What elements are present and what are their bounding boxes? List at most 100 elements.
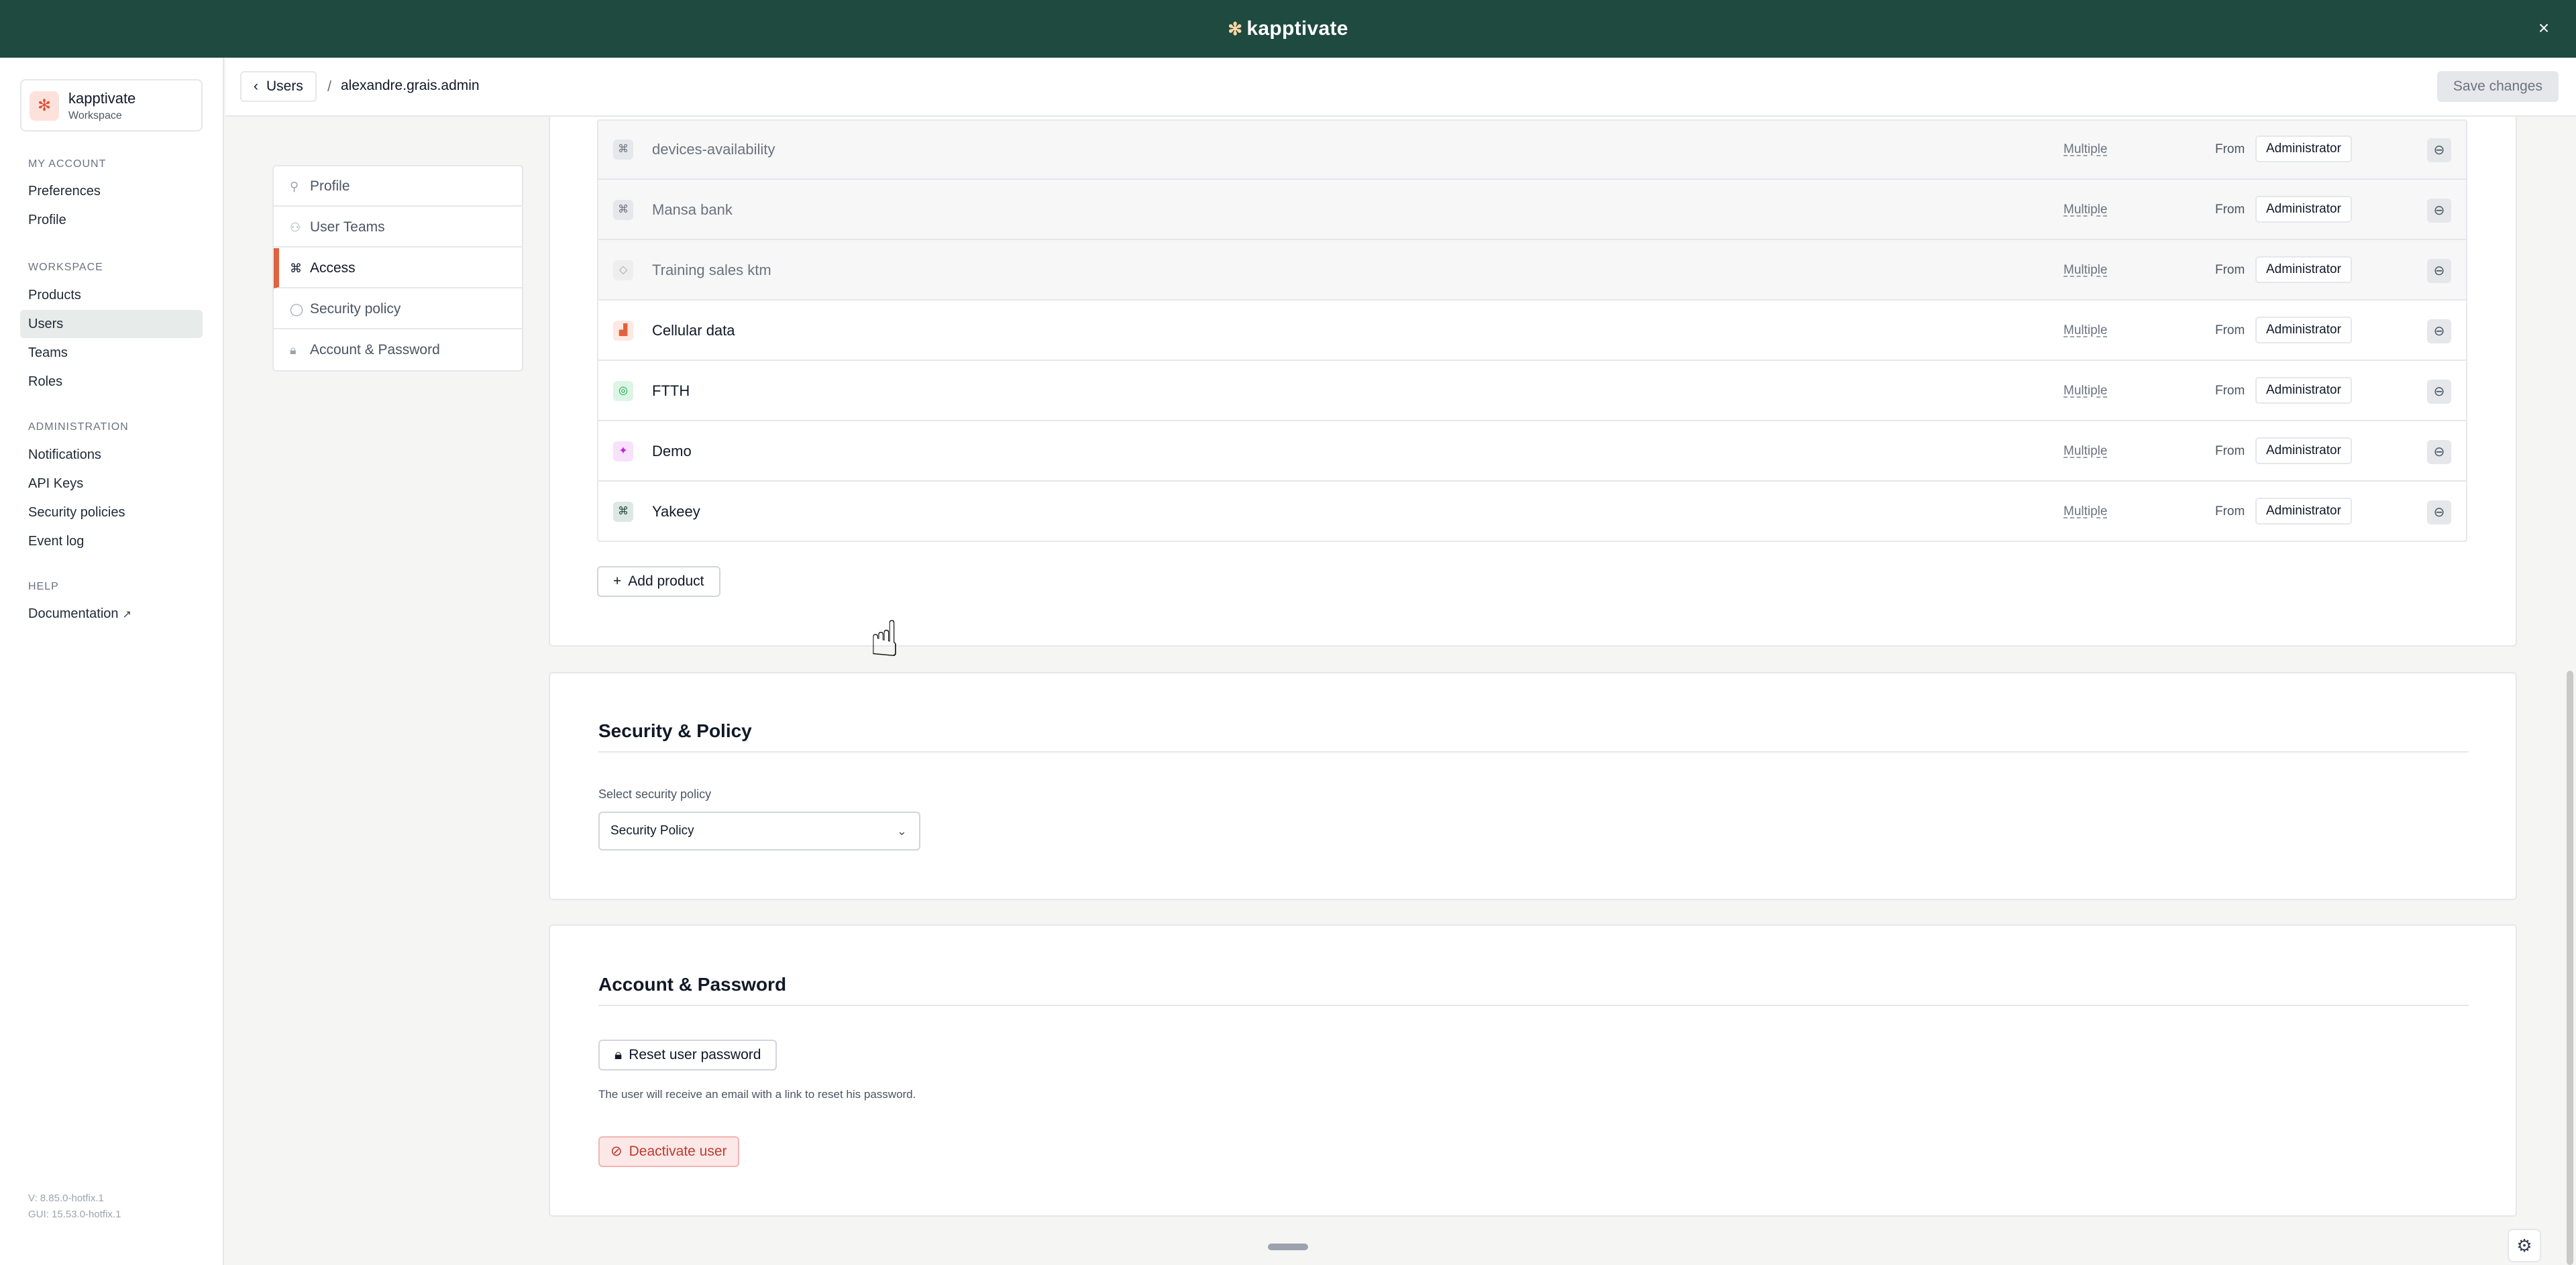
remove-circle-icon[interactable]: ⊖ (2427, 199, 2451, 223)
sidebar-item-documentation[interactable]: Documentation ↗ (20, 600, 203, 628)
divider (598, 1005, 2469, 1006)
command-icon: ⌘ (290, 262, 302, 275)
command-icon: ⌘ (613, 200, 633, 220)
product-name: FTTH (652, 382, 690, 399)
chevron-left-icon: ‹ (254, 78, 258, 94)
role-badge[interactable]: Administrator (2255, 498, 2352, 525)
drag-handle[interactable] (1268, 1244, 1308, 1250)
from-label: From (2215, 323, 2245, 337)
sidebar-item-event-log[interactable]: Event log (20, 527, 203, 555)
access-scope[interactable]: Multiple (2063, 203, 2107, 217)
asterisk-icon: ✻ (1228, 18, 1243, 39)
access-scope[interactable]: Multiple (2063, 263, 2107, 278)
access-scope[interactable]: Multiple (2063, 323, 2107, 338)
workspace-switcher[interactable]: ✻ kapptivate Workspace (20, 79, 203, 131)
product-row: ⌘ Mansa bank Multiple From Administrator… (598, 180, 2466, 240)
shield-icon: ◯ (290, 302, 304, 316)
tab-label: Security policy (310, 301, 401, 317)
gear-icon[interactable]: ⚙︎ (2508, 1229, 2541, 1262)
signal-icon: ▟ (613, 321, 633, 341)
hand-cursor-icon: ☝︎ (869, 611, 900, 667)
brand-name: kapptivate (1246, 17, 1348, 40)
chevron-down-icon: ⌄ (896, 824, 907, 838)
role-badge[interactable]: Administrator (2255, 437, 2352, 464)
globe-icon: ◎ (613, 381, 633, 401)
tab-security-policy[interactable]: ◯ Security policy (274, 289, 522, 329)
from-label: From (2215, 444, 2245, 458)
from-label: From (2215, 203, 2245, 217)
reset-password-label: Reset user password (629, 1047, 761, 1062)
sidebar-item-users[interactable]: Users (20, 310, 203, 338)
select-value: Security Policy (610, 824, 694, 838)
remove-circle-icon[interactable]: ⊖ (2427, 319, 2451, 343)
remove-circle-icon[interactable]: ⊖ (2427, 380, 2451, 404)
product-name: Training sales ktm (652, 262, 771, 278)
product-row: ⌘ Yakeey Multiple From Administrator ⊖ (598, 482, 2466, 541)
brand-logo: ✻ kapptivate (1228, 17, 1348, 40)
from-label: From (2215, 384, 2245, 398)
save-changes-button[interactable]: Save changes (2436, 71, 2559, 102)
tab-access[interactable]: ⌘ Access (274, 248, 522, 288)
role-badge[interactable]: Administrator (2255, 196, 2352, 223)
tab-user-teams[interactable]: ⚇ User Teams (274, 207, 522, 248)
tab-label: User Teams (310, 219, 385, 235)
remove-circle-icon[interactable]: ⊖ (2427, 138, 2451, 162)
product-row: ◎ FTTH Multiple From Administrator ⊖ (598, 361, 2466, 421)
documentation-label: Documentation (28, 606, 119, 621)
close-icon[interactable]: × (2530, 15, 2557, 42)
remove-circle-icon[interactable]: ⊖ (2427, 500, 2451, 525)
sidebar-item-products[interactable]: Products (20, 281, 203, 309)
tab-profile[interactable]: ⚲ Profile (274, 166, 522, 207)
role-badge[interactable]: Administrator (2255, 317, 2352, 343)
sidebar-item-roles[interactable]: Roles (20, 368, 203, 396)
sidebar-item-api-keys[interactable]: API Keys (20, 470, 203, 498)
deactivate-user-button[interactable]: ⊘ Deactivate user (598, 1136, 739, 1167)
product-row: ✦ Demo Multiple From Administrator ⊖ (598, 421, 2466, 482)
access-scope[interactable]: Multiple (2063, 384, 2107, 398)
plus-icon: + (613, 573, 622, 589)
section-administration: ADMINISTRATION (28, 421, 129, 433)
tab-account-password[interactable]: 🔒︎ Account & Password (274, 330, 522, 370)
sidebar-item-profile[interactable]: Profile (20, 206, 203, 234)
divider (598, 751, 2469, 753)
section-help: HELP (28, 581, 59, 592)
access-scope[interactable]: Multiple (2063, 142, 2107, 157)
role-badge[interactable]: Administrator (2255, 135, 2352, 162)
product-access-list: ⌘ devices-availability Multiple From Adm… (597, 119, 2467, 542)
sidebar-item-teams[interactable]: Teams (20, 339, 203, 367)
workspace-subtitle: Workspace (68, 110, 122, 121)
section-workspace: WORKSPACE (28, 262, 103, 273)
product-name: Cellular data (652, 322, 735, 339)
breadcrumb-current: alexandre.grais.admin (341, 78, 480, 93)
scrollbar[interactable] (2567, 671, 2573, 1265)
back-to-users-button[interactable]: ‹ Users (240, 71, 317, 102)
product-row: ⌘ devices-availability Multiple From Adm… (598, 121, 2466, 180)
back-label: Users (266, 78, 303, 94)
security-policy-select[interactable]: Security Policy ⌄ (598, 812, 920, 850)
role-badge[interactable]: Administrator (2255, 256, 2352, 283)
page-header: ‹ Users / alexandre.grais.admin Save cha… (225, 58, 2576, 117)
workspace-logo-icon: ✻ (30, 91, 59, 121)
security-section-title: Security & Policy (598, 720, 752, 741)
section-my-account: MY ACCOUNT (28, 158, 107, 170)
sidebar-item-preferences[interactable]: Preferences (20, 177, 203, 205)
account-password-card: Account & Password 🔒︎ Reset user passwor… (549, 924, 2517, 1217)
role-badge[interactable]: Administrator (2255, 377, 2352, 404)
command-icon: ⌘ (613, 502, 633, 522)
ban-icon: ⊘ (610, 1144, 623, 1159)
add-product-button[interactable]: + Add product (597, 566, 720, 597)
sidebar: ✻ kapptivate Workspace MY ACCOUNT Prefer… (0, 58, 224, 1265)
top-bar: ✻ kapptivate × (0, 0, 2576, 58)
product-name: Mansa bank (652, 201, 733, 218)
remove-circle-icon[interactable]: ⊖ (2427, 259, 2451, 283)
sidebar-item-notifications[interactable]: Notifications (20, 441, 203, 469)
add-product-label: Add product (628, 573, 704, 589)
workspace-name: kapptivate (68, 90, 136, 107)
reset-password-button[interactable]: 🔒︎ Reset user password (598, 1040, 777, 1070)
product-row: ▟ Cellular data Multiple From Administra… (598, 300, 2466, 361)
access-scope[interactable]: Multiple (2063, 504, 2107, 519)
sidebar-item-security-policies[interactable]: Security policies (20, 498, 203, 527)
tab-label: Access (310, 260, 356, 276)
remove-circle-icon[interactable]: ⊖ (2427, 440, 2451, 464)
access-scope[interactable]: Multiple (2063, 444, 2107, 459)
